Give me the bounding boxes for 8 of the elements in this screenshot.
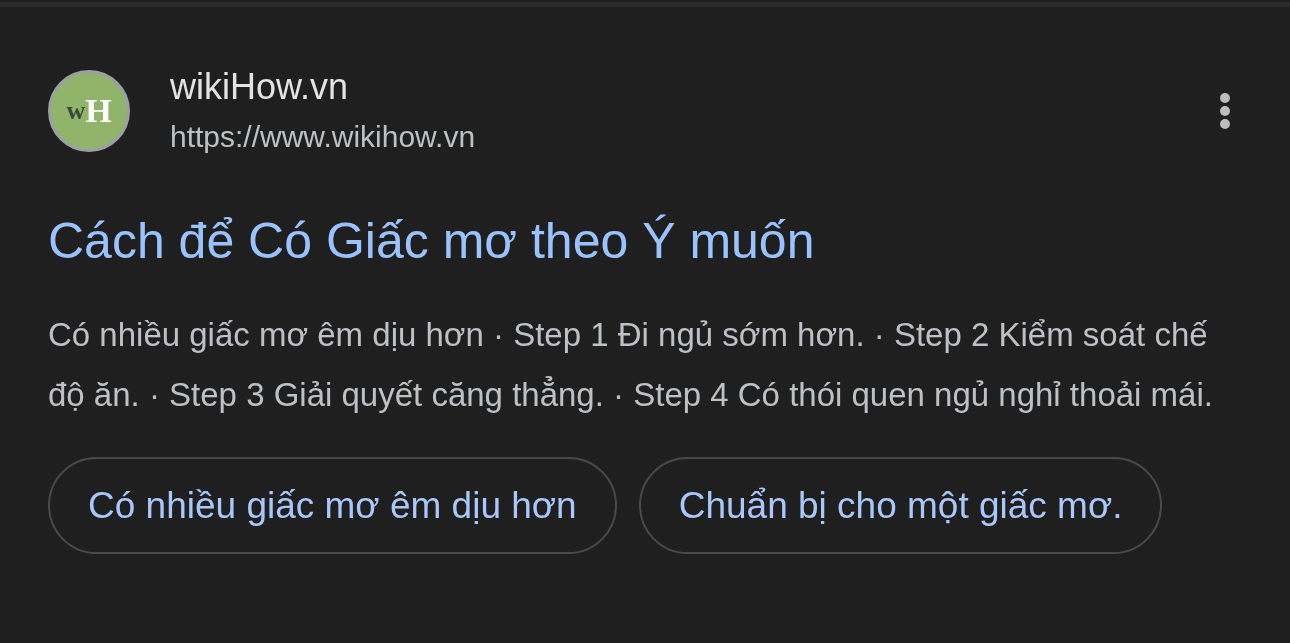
result-snippet: Có nhiều giấc mơ êm dịu hơn · Step 1 Đi ngủ sớm hơn. · Step 2 Kiểm soát chế độ ăn. · Step 3 Giải quyết căng thẳng. · Step 4 Có thói quen ngủ nghỉ thoải mái. — [48, 315, 1214, 415]
suggestion-chip[interactable]: Chuẩn bị cho một giấc mơ. — [638, 457, 1163, 554]
result-title-link[interactable]: Cách để Có Giấc mơ theo Ý muốn — [48, 211, 1290, 271]
site-url[interactable]: https://www.wikihow.vn — [170, 117, 1218, 157]
site-name[interactable]: wikiHow.vn — [170, 65, 1218, 109]
more-options-icon[interactable] — [1218, 91, 1232, 131]
suggestion-chip[interactable]: Có nhiều giấc mơ êm dịu hơn — [48, 457, 617, 554]
site-logo: wH — [48, 70, 130, 152]
